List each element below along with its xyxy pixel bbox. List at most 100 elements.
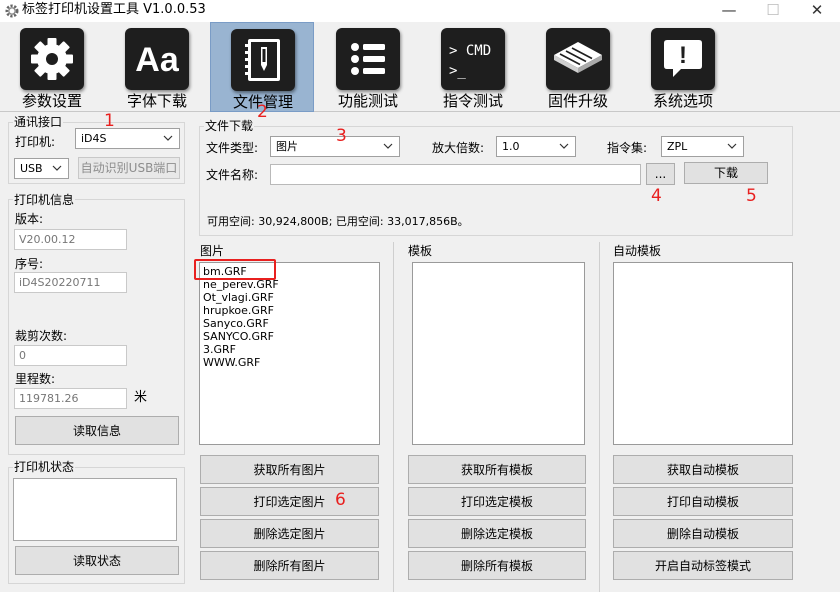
command-set-select[interactable]: ZPL: [661, 136, 744, 157]
storage-space-text: 可用空间: 30,924,800B; 已用空间: 33,017,856B。: [207, 215, 469, 228]
annotation-3: 3: [336, 126, 347, 146]
tab-function-test[interactable]: 功能测试: [316, 22, 420, 112]
tab-file-management[interactable]: 文件管理: [210, 22, 314, 112]
templates-title: 模板: [407, 244, 434, 258]
list-icon: [351, 43, 385, 75]
minimize-button[interactable]: —: [708, 0, 750, 22]
port-select-value: USB: [20, 162, 43, 175]
annotation-1: 1: [104, 111, 115, 131]
maximize-button[interactable]: ☐: [752, 0, 794, 22]
read-info-button[interactable]: 读取信息: [15, 416, 179, 445]
printer-status-box: [13, 478, 177, 541]
terminal-icon: > CMD >_: [449, 43, 491, 79]
file-download-title: 文件下载: [204, 119, 255, 133]
zoom-select[interactable]: 1.0: [496, 136, 576, 157]
gear-icon: [31, 38, 73, 80]
mileage-label: 里程数:: [15, 372, 56, 386]
list-item[interactable]: 3.GRF: [203, 343, 236, 356]
printer-status-title: 打印机状态: [13, 460, 76, 474]
tab-label: 指令测试: [442, 92, 503, 110]
chevron-down-icon: [727, 137, 739, 156]
cut-count-label: 裁剪次数:: [15, 329, 68, 343]
annotation-6: 6: [335, 490, 346, 510]
mileage-unit: 米: [134, 390, 148, 405]
terminal-icon-text: > CMD: [449, 43, 491, 59]
printer-select[interactable]: iD4S: [75, 128, 180, 149]
file-name-input[interactable]: [270, 164, 641, 185]
annotation-4: 4: [651, 186, 662, 206]
command-set-select-value: ZPL: [667, 140, 688, 153]
list-item[interactable]: SANYCO.GRF: [203, 330, 274, 343]
tab-command-test[interactable]: > CMD >_ 指令测试: [421, 22, 525, 112]
chevron-down-icon: [52, 159, 64, 178]
images-title: 图片: [199, 244, 226, 258]
chevron-down-icon: [163, 129, 175, 148]
print-auto-template-button[interactable]: 打印自动模板: [613, 487, 793, 516]
zoom-select-value: 1.0: [502, 140, 520, 153]
list-item[interactable]: hrupkoe.GRF: [203, 304, 274, 317]
get-all-images-button[interactable]: 获取所有图片: [200, 455, 379, 484]
column-divider: [599, 242, 600, 592]
printer-label: 打印机:: [15, 135, 56, 149]
delete-auto-template-button[interactable]: 删除自动模板: [613, 519, 793, 548]
tab-font-download[interactable]: Aa 字体下载: [105, 22, 209, 112]
print-selected-template-button[interactable]: 打印选定模板: [408, 487, 586, 516]
delete-selected-image-button[interactable]: 删除选定图片: [200, 519, 379, 548]
font-aa-icon: Aa: [135, 41, 180, 79]
tab-label: 参数设置: [21, 92, 82, 110]
close-button[interactable]: ✕: [796, 0, 838, 22]
print-selected-image-button[interactable]: 打印选定图片: [200, 487, 379, 516]
tab-label: 系统选项: [652, 92, 713, 110]
tab-system-options[interactable]: ! 系统选项: [631, 22, 735, 112]
templates-list[interactable]: [412, 262, 585, 445]
main-toolbar: 参数设置 Aa 字体下载 文件管理 功能测试 > CMD >_ 指令测试 固件升…: [0, 22, 840, 112]
enable-auto-label-mode-button[interactable]: 开启自动标签模式: [613, 551, 793, 580]
annotation-5: 5: [746, 186, 757, 206]
command-set-label: 指令集:: [607, 141, 648, 155]
tab-parameter-settings[interactable]: 参数设置: [0, 22, 104, 112]
alert-bubble-icon-text: !: [679, 42, 687, 69]
list-item[interactable]: WWW.GRF: [203, 356, 260, 369]
port-select[interactable]: USB: [14, 158, 69, 179]
auto-templates-list[interactable]: [613, 262, 793, 445]
browse-button[interactable]: ...: [646, 163, 675, 185]
delete-all-templates-button[interactable]: 删除所有模板: [408, 551, 586, 580]
auto-detect-usb-button[interactable]: 自动识别USB端口: [78, 157, 180, 179]
tab-label: 固件升级: [547, 92, 608, 110]
tab-firmware-upgrade[interactable]: 固件升级: [526, 22, 630, 112]
read-status-button[interactable]: 读取状态: [15, 546, 179, 575]
chip-icon: [554, 42, 602, 73]
version-label: 版本:: [15, 212, 44, 226]
font-aa-icon-text: Aa: [135, 41, 180, 79]
version-field: V20.00.12: [14, 229, 127, 250]
file-type-select[interactable]: 图片: [270, 136, 400, 157]
auto-templates-title: 自动模板: [612, 244, 663, 258]
chevron-down-icon: [559, 137, 571, 156]
list-item[interactable]: Sanyco.GRF: [203, 317, 269, 330]
notebook-icon: [245, 39, 280, 81]
delete-all-images-button[interactable]: 删除所有图片: [200, 551, 379, 580]
terminal-icon-text: >_: [449, 63, 466, 79]
serial-field: iD4S20220711: [14, 272, 127, 293]
file-type-label: 文件类型:: [206, 141, 259, 155]
title-bar: 标签打印机设置工具 V1.0.0.53 — ☐ ✕: [0, 0, 840, 22]
highlight-box: [194, 259, 276, 280]
printer-info-title: 打印机信息: [13, 193, 76, 207]
annotation-2: 2: [257, 102, 268, 122]
gear-app-icon: [5, 4, 19, 18]
list-item[interactable]: Ot_vlagi.GRF: [203, 291, 274, 304]
printer-select-value: iD4S: [81, 132, 107, 145]
get-auto-template-button[interactable]: 获取自动模板: [613, 455, 793, 484]
delete-selected-template-button[interactable]: 删除选定模板: [408, 519, 586, 548]
mileage-field: 119781.26: [14, 388, 127, 409]
file-type-select-value: 图片: [276, 140, 298, 153]
cut-count-field: 0: [14, 345, 127, 366]
serial-label: 序号:: [15, 257, 44, 271]
comm-interface-title: 通讯接口: [13, 115, 64, 129]
get-all-templates-button[interactable]: 获取所有模板: [408, 455, 586, 484]
tab-label: 功能测试: [337, 92, 398, 110]
window-title: 标签打印机设置工具 V1.0.0.53: [22, 2, 206, 17]
download-button[interactable]: 下载: [684, 162, 768, 184]
alert-bubble-icon: !: [664, 40, 702, 77]
images-list[interactable]: bm.GRF ne_perev.GRF Ot_vlagi.GRF hrupkoe…: [199, 262, 380, 445]
